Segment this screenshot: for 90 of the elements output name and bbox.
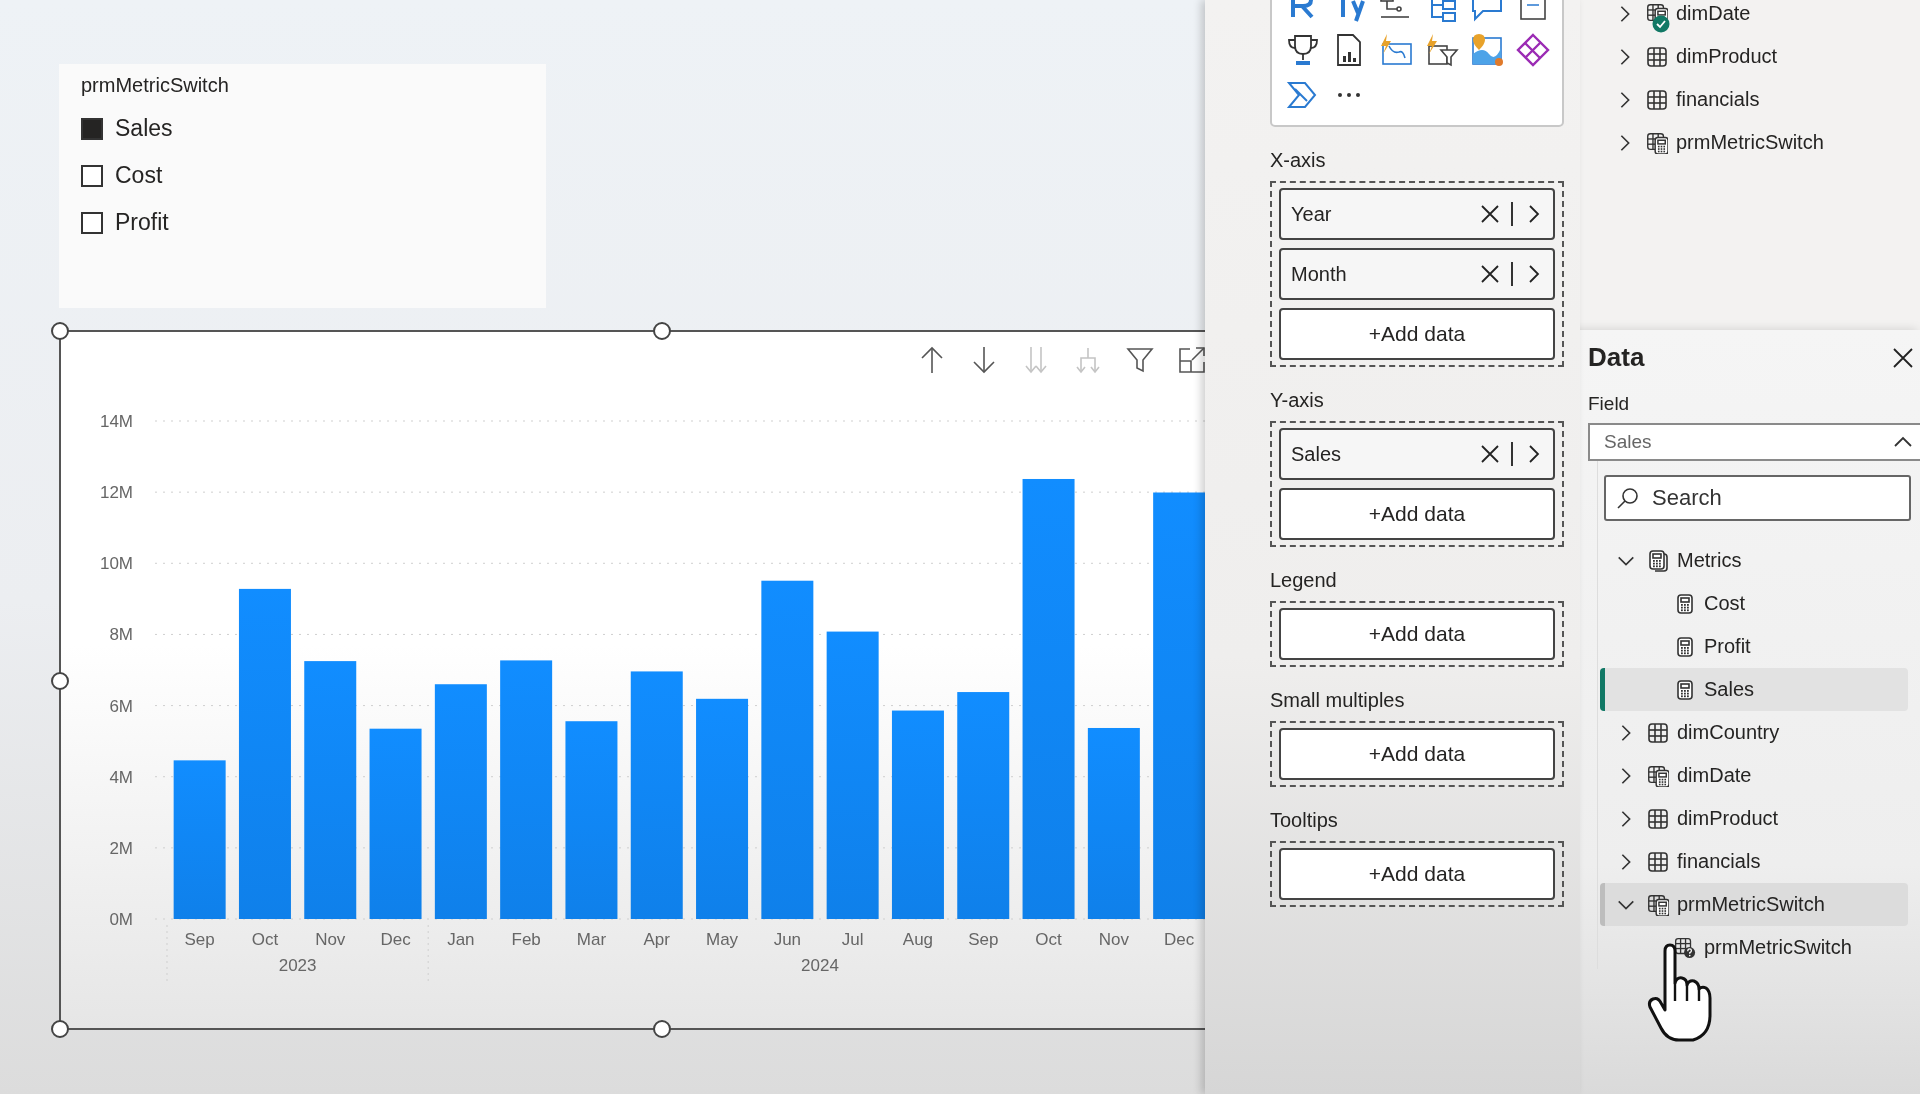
add-data-button[interactable]: +Add data	[1279, 308, 1555, 360]
axis-label: Oct	[251, 930, 279, 949]
axis-label: Dec	[1164, 930, 1195, 949]
axis-label: 6M	[109, 696, 133, 716]
focus-mode-icon[interactable]	[1177, 345, 1205, 375]
close-icon[interactable]	[1479, 443, 1501, 465]
axis-label: 2024	[801, 956, 839, 975]
resize-handle[interactable]	[653, 322, 671, 340]
tree-item[interactable]: dimProduct	[1600, 797, 1908, 840]
table-icon	[1647, 807, 1669, 830]
tree-item[interactable]: Profit	[1600, 625, 1908, 668]
well-label: Tooltips	[1270, 809, 1339, 832]
field-pill[interactable]: Year	[1279, 188, 1555, 240]
tree-item[interactable]: Sales	[1600, 668, 1908, 711]
field-pill[interactable]: Sales	[1279, 428, 1555, 480]
axis-label: 14M	[99, 412, 133, 431]
calculated-table-icon	[1647, 893, 1669, 916]
field-dropdown[interactable]: Sales	[1588, 423, 1920, 461]
axis-label: Aug	[902, 930, 934, 949]
axis-label: 4M	[109, 767, 133, 787]
axis-label: 0M	[109, 910, 133, 929]
checkbox[interactable]	[81, 164, 103, 187]
well-label: Legend	[1270, 569, 1338, 592]
field-pill[interactable]: Month	[1279, 248, 1555, 300]
resize-handle[interactable]	[51, 672, 69, 690]
calculated-table-icon	[1647, 764, 1669, 787]
add-data-button[interactable]: +Add data	[1279, 608, 1555, 660]
table-icon	[1646, 45, 1668, 68]
checkbox[interactable]	[81, 117, 103, 140]
axis-label: Dec	[380, 930, 411, 949]
option-label: Cost	[115, 162, 163, 189]
calculator-icon	[1674, 635, 1696, 658]
axis-label: Nov	[1098, 930, 1129, 949]
axis-label: May	[706, 930, 739, 949]
tree-item[interactable]: Metrics	[1600, 539, 1908, 582]
option-label: Profit	[115, 209, 169, 236]
calculator-icon	[1674, 678, 1696, 701]
tree-item[interactable]: dimCountry	[1600, 711, 1908, 754]
axis-label: Sep	[968, 930, 999, 949]
axis-label: Apr	[643, 930, 670, 949]
table-icon	[1647, 721, 1669, 744]
tree-item[interactable]: prmMetricSwitch	[1600, 883, 1908, 926]
axis-label: 2M	[109, 838, 133, 858]
field-label: Field	[1588, 393, 1631, 415]
axis-label: 8M	[109, 625, 133, 645]
add-data-button[interactable]: +Add data	[1279, 848, 1555, 900]
axis-label: 2023	[278, 956, 317, 975]
tree-item[interactable]: dimDate	[1610, 0, 1920, 35]
resize-handle[interactable]	[51, 322, 69, 340]
axis-label: Jan	[447, 930, 475, 949]
tree-item[interactable]: financials	[1610, 78, 1920, 121]
map-icon[interactable]	[1469, 31, 1505, 68]
search-icon	[1616, 486, 1640, 510]
table-icon	[1646, 88, 1668, 111]
tree-item[interactable]: dimDate	[1600, 754, 1908, 797]
table-icon	[1647, 850, 1669, 873]
popup-title: Data	[1588, 342, 1645, 373]
check-badge-icon	[1652, 14, 1670, 33]
well-label: Y-axis	[1270, 389, 1325, 412]
axis-label: Nov	[315, 930, 346, 949]
axis-label: Mar	[576, 930, 607, 949]
tree-item[interactable]: prmMetricSwitch	[1610, 121, 1920, 164]
option-label: Sales	[115, 115, 173, 142]
checkbox[interactable]	[81, 211, 103, 234]
calculator-stack-icon	[1647, 549, 1669, 572]
axis-label: 12M	[99, 483, 133, 503]
resize-handle[interactable]	[653, 1020, 671, 1038]
add-data-button[interactable]: +Add data	[1279, 728, 1555, 780]
axis-label: Sep	[184, 930, 215, 949]
tree-item[interactable]: Cost	[1600, 582, 1908, 625]
calculator-icon	[1674, 592, 1696, 615]
diamond-icon[interactable]	[1515, 31, 1551, 68]
close-icon[interactable]	[1479, 203, 1501, 225]
well-label: X-axis	[1270, 149, 1327, 172]
tree-item[interactable]: dimProduct	[1610, 35, 1920, 78]
add-data-button[interactable]: +Add data	[1279, 488, 1555, 540]
resize-handle[interactable]	[51, 1020, 69, 1038]
axis-label: Jun	[773, 930, 802, 949]
tree-item[interactable]: financials	[1600, 840, 1908, 883]
axis-label: Jul	[841, 930, 864, 949]
search-field[interactable]: Search	[1604, 475, 1911, 521]
calculated-table-icon	[1646, 131, 1668, 154]
filter-icon[interactable]	[1125, 345, 1155, 375]
axis-label: 10M	[99, 554, 133, 574]
slicer-title: prmMetricSwitch	[81, 74, 230, 97]
axis-label: Feb	[511, 930, 541, 949]
well-label: Small multiples	[1270, 689, 1406, 712]
close-button[interactable]	[1892, 346, 1914, 369]
axis-label: Oct	[1035, 930, 1062, 949]
close-icon[interactable]	[1479, 263, 1501, 285]
